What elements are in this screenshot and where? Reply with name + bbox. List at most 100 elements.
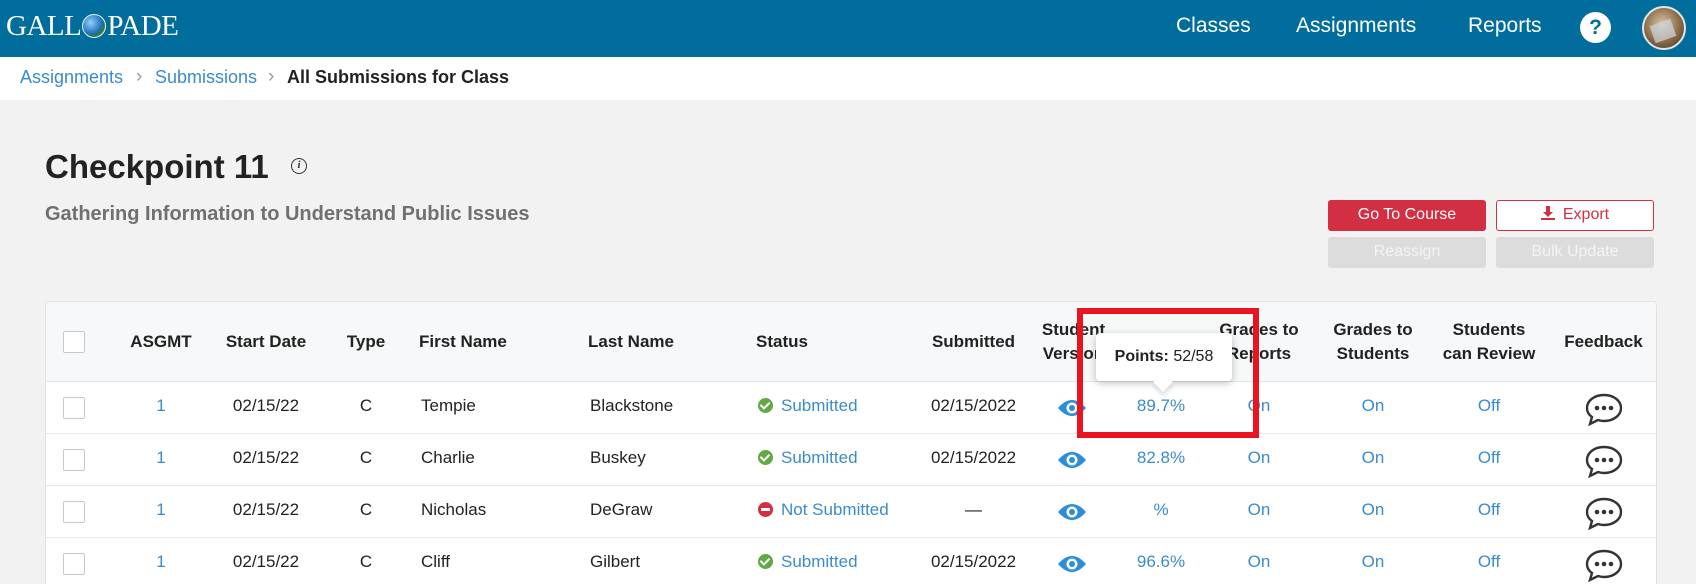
- col-grades-to-students[interactable]: Grades to Students: [1323, 318, 1423, 366]
- cell-type: C: [359, 396, 373, 415]
- cell-asgmt[interactable]: 1: [116, 552, 206, 572]
- tooltip-value: 52/58: [1173, 348, 1214, 365]
- col-students-can-review[interactable]: Students can Review: [1439, 318, 1539, 366]
- bulk-update-button: Bulk Update: [1496, 237, 1654, 268]
- cell-students-can-review[interactable]: Off: [1439, 500, 1539, 520]
- cell-grades-to-reports[interactable]: On: [1209, 500, 1309, 520]
- tooltip-label: Points:: [1114, 348, 1169, 365]
- nav-reports[interactable]: Reports: [1468, 14, 1542, 38]
- col-type[interactable]: Type: [336, 330, 396, 354]
- nav-assignments[interactable]: Assignments: [1296, 14, 1416, 38]
- col-asgmt[interactable]: ASGMT: [116, 330, 206, 354]
- cell-status[interactable]: Submitted: [758, 448, 858, 468]
- cell-last-name: Gilbert: [590, 552, 641, 571]
- cell-start-date: 02/15/22: [232, 552, 300, 571]
- breadcrumb-assignments[interactable]: Assignments: [20, 67, 123, 88]
- cell-students-can-review[interactable]: Off: [1439, 448, 1539, 468]
- row-checkbox[interactable]: [63, 397, 85, 419]
- cell-grades-to-reports[interactable]: On: [1209, 396, 1309, 416]
- top-nav: GALL PADE Classes Assignments Reports ?: [0, 0, 1696, 57]
- col-last-name[interactable]: Last Name: [588, 330, 708, 354]
- eye-icon[interactable]: [1057, 502, 1087, 522]
- table-header: ASGMT Start Date Type First Name Last Na…: [46, 302, 1656, 382]
- check-circle-icon: [758, 450, 773, 465]
- table-row: 1 02/15/22 C Charlie Buskey Submitted 02…: [46, 434, 1656, 486]
- cell-status[interactable]: Submitted: [758, 396, 858, 416]
- cell-type: C: [359, 500, 373, 519]
- table-row: 1 02/15/22 C Tempie Blackstone Submitted…: [46, 382, 1656, 434]
- eye-icon[interactable]: [1057, 450, 1087, 470]
- cell-score[interactable]: %: [1116, 500, 1206, 520]
- cell-submitted: 02/15/2022: [930, 396, 1017, 415]
- info-icon[interactable]: i: [291, 158, 307, 174]
- cell-grades-to-students[interactable]: On: [1323, 396, 1423, 416]
- cell-score[interactable]: 96.6%: [1116, 552, 1206, 572]
- page-subtitle: Gathering Information to Understand Publ…: [45, 203, 530, 225]
- cell-first-name: Tempie: [421, 396, 476, 415]
- comment-icon[interactable]: [1585, 496, 1623, 530]
- go-to-course-button[interactable]: Go To Course: [1328, 200, 1486, 231]
- col-start-date[interactable]: Start Date: [211, 330, 321, 354]
- cell-score[interactable]: 82.8%: [1116, 448, 1206, 468]
- status-label: Not Submitted: [781, 500, 889, 519]
- minus-circle-icon: [758, 502, 773, 517]
- cell-score[interactable]: 89.7%: [1116, 396, 1206, 416]
- export-button[interactable]: Export: [1496, 200, 1654, 231]
- cell-first-name: Cliff: [421, 552, 450, 571]
- breadcrumb-current: All Submissions for Class: [287, 67, 510, 87]
- cell-grades-to-reports[interactable]: On: [1209, 448, 1309, 468]
- download-icon: [1540, 206, 1555, 220]
- points-tooltip: Points: 52/58: [1096, 333, 1232, 381]
- submissions-table: ASGMT Start Date Type First Name Last Na…: [45, 301, 1657, 584]
- check-circle-icon: [758, 398, 773, 413]
- select-all-checkbox[interactable]: [63, 331, 85, 353]
- help-icon[interactable]: ?: [1580, 12, 1611, 43]
- nav-classes[interactable]: Classes: [1176, 14, 1251, 38]
- table-row: 1 02/15/22 C Nicholas DeGraw Not Submitt…: [46, 486, 1656, 538]
- cell-students-can-review[interactable]: Off: [1439, 396, 1539, 416]
- comment-icon[interactable]: [1585, 548, 1623, 582]
- breadcrumb: Assignments › Submissions › All Submissi…: [0, 57, 1696, 100]
- cell-grades-to-students[interactable]: On: [1323, 552, 1423, 572]
- col-status[interactable]: Status: [756, 330, 856, 354]
- comment-icon[interactable]: [1585, 444, 1623, 478]
- cell-start-date: 02/15/22: [232, 396, 300, 415]
- eye-icon[interactable]: [1057, 554, 1087, 574]
- cell-status[interactable]: Not Submitted: [758, 500, 889, 520]
- cell-first-name: Nicholas: [421, 500, 487, 519]
- check-circle-icon: [758, 554, 773, 569]
- cell-grades-to-students[interactable]: On: [1323, 448, 1423, 468]
- cell-asgmt[interactable]: 1: [116, 500, 206, 520]
- breadcrumb-submissions[interactable]: Submissions: [155, 67, 257, 88]
- comment-icon[interactable]: [1585, 392, 1623, 426]
- export-label: Export: [1562, 206, 1610, 223]
- cell-last-name: Buskey: [590, 448, 646, 467]
- cell-last-name: DeGraw: [590, 500, 653, 519]
- cell-submitted: 02/15/2022: [930, 448, 1017, 467]
- status-label: Submitted: [781, 396, 858, 415]
- cell-type: C: [359, 448, 373, 467]
- cell-first-name: Charlie: [421, 448, 475, 467]
- row-checkbox[interactable]: [63, 553, 85, 575]
- globe-icon: [82, 14, 107, 38]
- row-checkbox[interactable]: [63, 449, 85, 471]
- avatar[interactable]: [1642, 6, 1686, 50]
- cell-grades-to-students[interactable]: On: [1323, 500, 1423, 520]
- cell-submitted: —: [965, 500, 982, 519]
- col-submitted[interactable]: Submitted: [916, 330, 1031, 354]
- cell-grades-to-reports[interactable]: On: [1209, 552, 1309, 572]
- status-label: Submitted: [781, 552, 858, 571]
- cell-asgmt[interactable]: 1: [116, 396, 206, 416]
- col-first-name[interactable]: First Name: [419, 330, 539, 354]
- chevron-right-icon: ›: [268, 66, 275, 87]
- row-checkbox[interactable]: [63, 501, 85, 523]
- cell-students-can-review[interactable]: Off: [1439, 552, 1539, 572]
- cell-submitted: 02/15/2022: [930, 552, 1017, 571]
- chevron-right-icon: ›: [136, 66, 143, 87]
- gallopade-logo[interactable]: GALL PADE: [6, 10, 179, 43]
- eye-icon[interactable]: [1057, 398, 1087, 418]
- cell-status[interactable]: Submitted: [758, 552, 858, 572]
- cell-asgmt[interactable]: 1: [116, 448, 206, 468]
- cell-last-name: Blackstone: [590, 396, 674, 415]
- col-feedback[interactable]: Feedback: [1556, 330, 1651, 354]
